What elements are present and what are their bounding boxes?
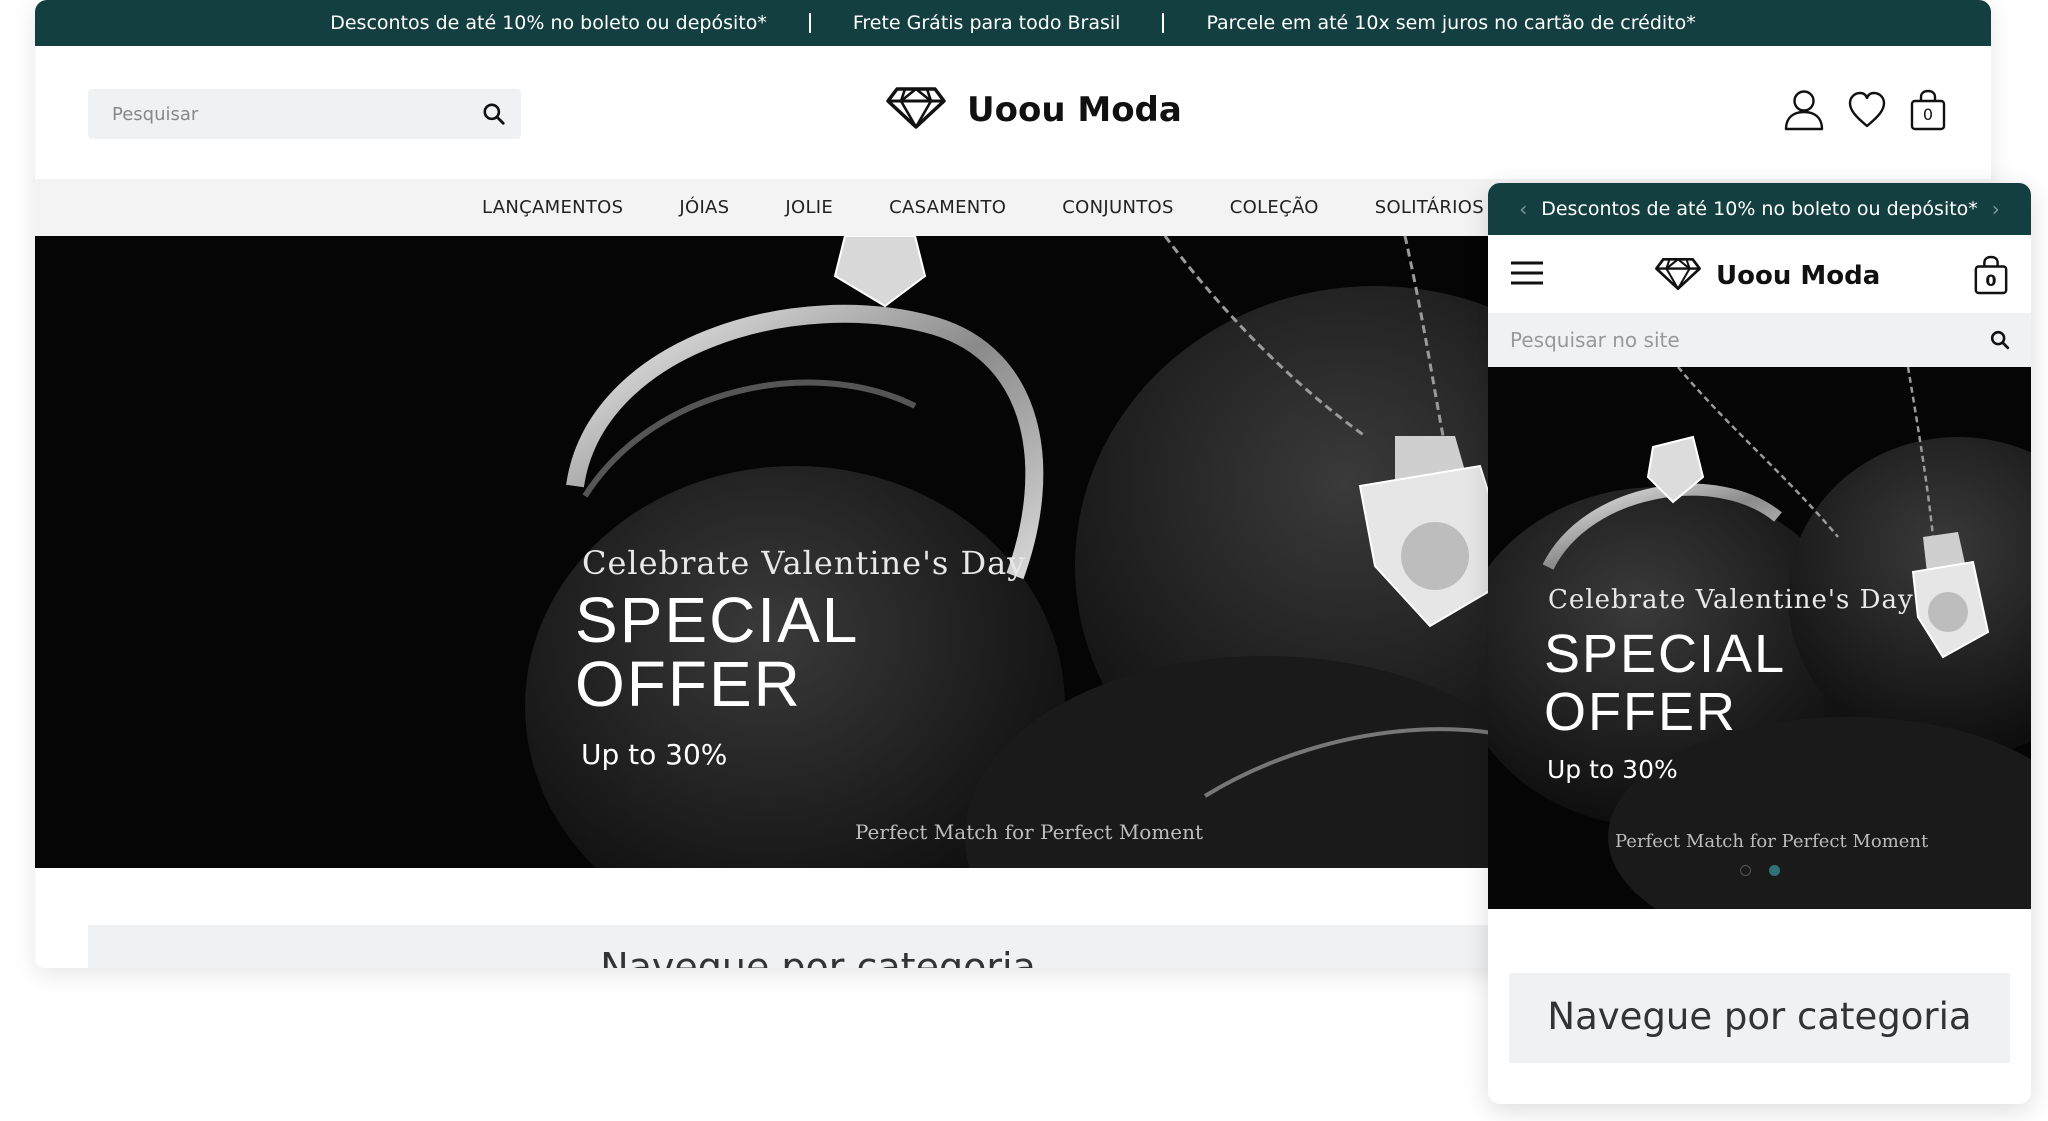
hero-headline: SPECIAL OFFER — [575, 588, 859, 716]
category-section-title: Navegue por categoria — [88, 925, 1548, 968]
bag-count: 0 — [1922, 105, 1934, 124]
search-box — [88, 89, 521, 139]
nav-item-solitarios[interactable]: SOLITÁRIOS — [1375, 197, 1484, 218]
shopping-bag-icon[interactable]: 0 — [1909, 89, 1947, 135]
hero-subtitle: Up to 30% — [1547, 755, 1678, 784]
mobile-site-logo[interactable]: Uoou Moda — [1654, 257, 1880, 295]
hero-headline-line: OFFER — [1544, 682, 1737, 742]
diamond-icon — [1654, 257, 1702, 295]
hero-subtitle: Up to 30% — [581, 738, 728, 771]
nav-item-colecao[interactable]: COLEÇÃO — [1230, 197, 1319, 218]
nav-item-joias[interactable]: JÓIAS — [679, 197, 729, 218]
hero-headline-line: SPECIAL — [1544, 624, 1787, 684]
shopping-bag-icon[interactable]: 0 — [1973, 255, 2009, 299]
promo-message: Frete Grátis para todo Brasil — [852, 12, 1121, 34]
header-actions: 0 — [1783, 88, 1947, 136]
search-icon[interactable] — [481, 101, 507, 131]
logo-text: Uoou Moda — [1716, 261, 1881, 291]
site-logo[interactable]: Uoou Moda — [885, 86, 1182, 134]
mobile-view: ‹ Descontos de até 10% no boleto ou depó… — [1488, 183, 2031, 1104]
hero-footnote: Perfect Match for Perfect Moment — [1615, 831, 1929, 852]
hero-tagline: Celebrate Valentine's Day — [1548, 585, 1914, 615]
hero-headline-line: OFFER — [575, 648, 802, 720]
logo-text: Uoou Moda — [967, 90, 1182, 130]
mobile-search-box — [1488, 313, 2031, 367]
site-header: Uoou Moda 0 — [35, 46, 1991, 179]
nav-item-casamento[interactable]: CASAMENTO — [889, 197, 1006, 218]
chevron-left-icon[interactable]: ‹ — [1519, 197, 1527, 221]
carousel-dot[interactable] — [1739, 865, 1751, 876]
hero-headline: SPECIAL OFFER — [1544, 625, 1786, 741]
carousel-dot-active[interactable] — [1768, 865, 1780, 876]
stage: Descontos de até 10% no boleto ou depósi… — [0, 0, 2048, 1121]
mobile-header: Uoou Moda 0 — [1488, 235, 2031, 313]
promo-message: Parcele em até 10x sem juros no cartão d… — [1206, 12, 1696, 34]
mobile-search-input[interactable] — [1510, 328, 2009, 352]
hero-headline-line: SPECIAL — [575, 584, 860, 656]
carousel-dots — [1488, 865, 2031, 876]
mobile-hero-banner[interactable]: Celebrate Valentine's Day SPECIAL OFFER … — [1488, 367, 2031, 909]
diamond-icon — [885, 86, 947, 134]
search-icon[interactable] — [1989, 329, 2011, 355]
heart-icon[interactable] — [1847, 91, 1887, 133]
promo-bar: Descontos de até 10% no boleto ou depósi… — [35, 0, 1991, 46]
nav-item-lancamentos[interactable]: LANÇAMENTOS — [482, 197, 623, 218]
bag-count: 0 — [1985, 271, 1997, 290]
mobile-promo-bar: ‹ Descontos de até 10% no boleto ou depó… — [1488, 183, 2031, 235]
hero-tagline: Celebrate Valentine's Day — [582, 544, 1027, 582]
chevron-right-icon[interactable]: › — [1992, 197, 2000, 221]
user-icon[interactable] — [1783, 88, 1825, 136]
mobile-category-section-title: Navegue por categoria — [1509, 973, 2010, 1063]
promo-message: Descontos de até 10% no boleto ou depósi… — [330, 12, 767, 34]
nav-item-conjuntos[interactable]: CONJUNTOS — [1062, 197, 1173, 218]
hamburger-icon[interactable] — [1510, 261, 1544, 289]
search-input[interactable] — [112, 103, 497, 125]
promo-message: Descontos de até 10% no boleto ou depósi… — [1541, 198, 1978, 220]
nav-item-jolie[interactable]: JOLIE — [785, 197, 833, 218]
hero-footnote: Perfect Match for Perfect Moment — [855, 820, 1204, 844]
